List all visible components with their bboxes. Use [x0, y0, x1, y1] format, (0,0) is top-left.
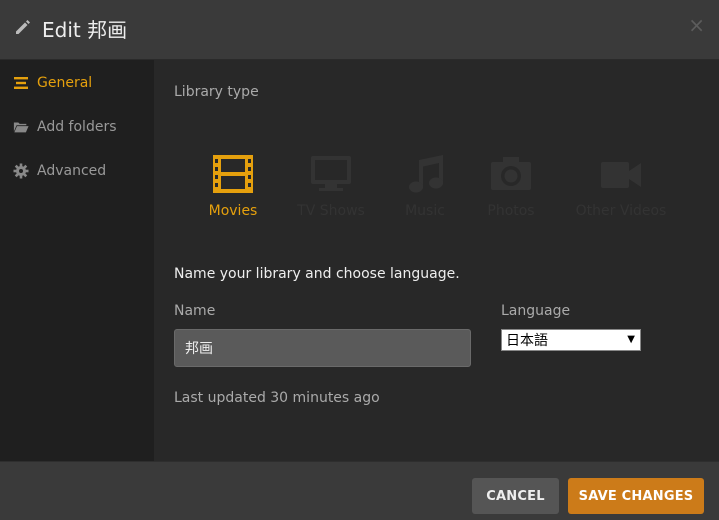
folder-icon [13, 119, 29, 135]
library-type-photos[interactable]: Photos [456, 150, 566, 230]
last-updated-text: Last updated 30 minutes ago [174, 390, 380, 406]
sidebar-item-advanced[interactable]: Advanced [0, 159, 154, 183]
sidebar-item-general[interactable]: General [0, 71, 154, 95]
modal-title: Edit 邦画 [42, 18, 128, 42]
library-type-label: Other Videos [575, 203, 667, 219]
sidebar-item-label: Advanced [37, 163, 107, 179]
language-selected-value: 日本語 [506, 333, 548, 349]
modal-footer: CANCEL SAVE CHANGES [0, 461, 719, 520]
pencil-icon [16, 20, 30, 34]
name-language-heading: Name your library and choose language. [174, 266, 460, 282]
save-changes-button[interactable]: SAVE CHANGES [568, 478, 704, 514]
music-note-icon [409, 155, 443, 193]
sidebar-item-label: Add folders [37, 119, 117, 135]
film-icon [213, 155, 253, 193]
main-content: Library type Movies TV Shows Music Photo… [154, 60, 719, 461]
video-camera-icon [601, 162, 641, 188]
library-type-label: Library type [174, 84, 259, 100]
sidebar: General Add folders Advanced [0, 60, 154, 461]
library-type-label: Movies [208, 203, 258, 219]
gear-icon [13, 163, 29, 179]
close-icon[interactable]: × [688, 15, 705, 35]
dropdown-arrow-icon: ▼ [627, 334, 635, 345]
library-name-input[interactable] [174, 329, 471, 367]
library-type-label: Photos [487, 203, 535, 219]
tv-icon [311, 156, 351, 191]
edit-library-modal: Edit 邦画 × General Add folders Advanced L… [0, 0, 719, 520]
name-field-label: Name [174, 303, 216, 319]
cancel-button[interactable]: CANCEL [472, 478, 559, 514]
sidebar-item-label: General [37, 75, 93, 91]
sidebar-item-add-folders[interactable]: Add folders [0, 115, 154, 139]
library-type-movies[interactable]: Movies [178, 150, 288, 230]
menu-lines-icon [13, 75, 29, 91]
library-type-selector: Movies TV Shows Music Photos Other Video… [154, 150, 719, 230]
camera-icon [491, 157, 531, 190]
language-select[interactable]: 日本語 ▼ [501, 329, 641, 351]
library-type-other-videos[interactable]: Other Videos [566, 150, 676, 230]
language-field-label: Language [501, 303, 571, 319]
modal-header: Edit 邦画 × [0, 0, 719, 60]
